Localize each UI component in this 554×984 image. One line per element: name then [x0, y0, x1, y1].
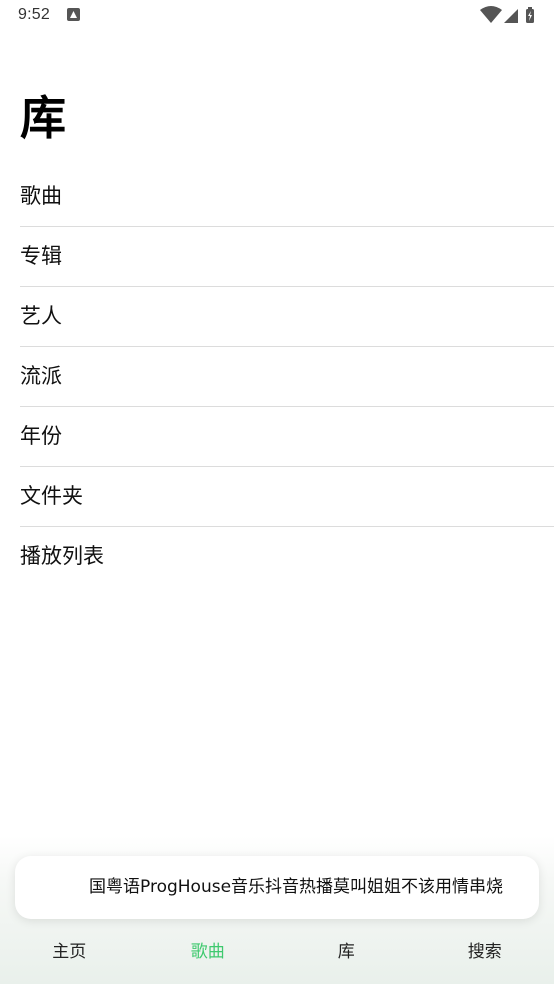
- page-title: 库: [20, 91, 66, 145]
- tab-home[interactable]: 主页: [0, 924, 139, 980]
- library-item-genres[interactable]: 流派: [20, 347, 554, 407]
- library-item-playlists[interactable]: 播放列表: [20, 527, 554, 586]
- bottom-nav: 主页 歌曲 库 搜索: [0, 924, 554, 980]
- library-item-years[interactable]: 年份: [20, 407, 554, 467]
- now-playing-bar[interactable]: 国粤语ProgHouse音乐抖音热播莫叫姐姐不该用情串烧: [15, 856, 539, 919]
- tab-search[interactable]: 搜索: [416, 924, 554, 980]
- status-bar: 9:52: [0, 0, 554, 30]
- now-playing-title: 国粤语ProgHouse音乐抖音热播莫叫姐姐不该用情串烧: [89, 877, 504, 897]
- library-menu: 歌曲 专辑 艺人 流派 年份 文件夹 播放列表: [20, 167, 554, 586]
- library-item-albums[interactable]: 专辑: [20, 227, 554, 287]
- battery-icon: [526, 7, 534, 23]
- tab-library[interactable]: 库: [277, 924, 416, 980]
- library-item-artists[interactable]: 艺人: [20, 287, 554, 347]
- wifi-icon: [480, 6, 502, 23]
- tab-songs[interactable]: 歌曲: [139, 924, 278, 980]
- cell-signal-icon: [504, 9, 518, 23]
- status-icons: [480, 6, 538, 24]
- status-time: 9:52: [18, 6, 50, 23]
- library-item-songs[interactable]: 歌曲: [20, 167, 554, 227]
- status-icons-svg: [480, 6, 534, 23]
- library-item-folders[interactable]: 文件夹: [20, 467, 554, 527]
- notification-a-icon: [67, 8, 80, 21]
